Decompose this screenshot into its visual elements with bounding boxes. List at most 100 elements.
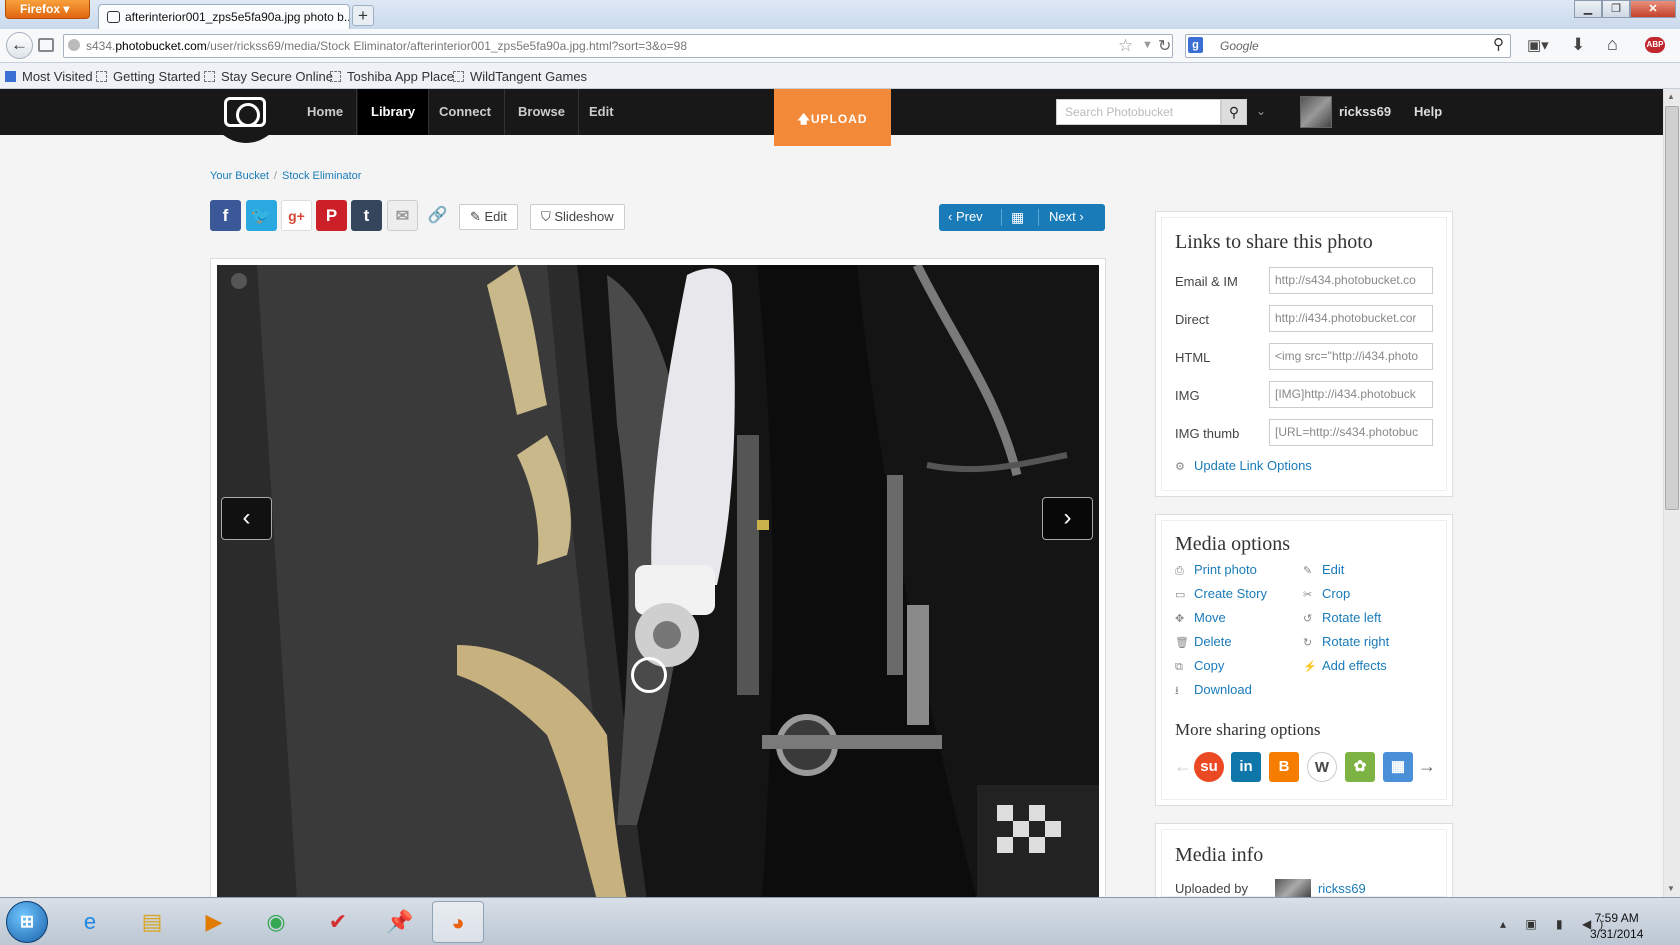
option-label: Crop: [1322, 586, 1351, 601]
linkedin-icon[interactable]: in: [1231, 752, 1261, 782]
next-button[interactable]: Next ›: [1049, 204, 1084, 230]
username-link[interactable]: rickss69: [1339, 104, 1391, 119]
avatar[interactable]: [1300, 96, 1332, 128]
create-story-link[interactable]: ▭ Create Story: [1175, 586, 1267, 601]
googleplus-share-icon[interactable]: g+: [281, 200, 312, 231]
img-thumb-link-field[interactable]: [URL=http://s434.photobuc: [1269, 419, 1433, 446]
reload-icon[interactable]: ↻: [1158, 36, 1171, 56]
download-icon[interactable]: ⬇: [1571, 35, 1585, 55]
new-tab-button[interactable]: +: [352, 5, 374, 26]
sharing-next-arrow-icon[interactable]: →: [1418, 756, 1436, 777]
facebook-share-icon[interactable]: f: [210, 200, 241, 231]
slideshow-icon: ⛉: [541, 209, 555, 224]
wordpress-icon[interactable]: W: [1307, 752, 1337, 782]
copy-link[interactable]: ⧉ Copy: [1175, 658, 1224, 674]
scroll-up-icon[interactable]: ▲: [1667, 92, 1675, 101]
twitter-share-icon[interactable]: 🐦: [246, 200, 277, 231]
photo-prev-arrow[interactable]: ‹: [221, 497, 272, 540]
home-icon[interactable]: ⌂: [1607, 34, 1618, 55]
blogger-icon[interactable]: B: [1269, 752, 1299, 782]
html-link-field[interactable]: <img src="http://i434.photo: [1269, 343, 1433, 370]
breadcrumb-your-bucket[interactable]: Your Bucket: [210, 170, 269, 182]
pencil-icon: ✎: [1303, 565, 1313, 577]
myspace-icon[interactable]: ✿: [1345, 752, 1375, 782]
rotate-right-link[interactable]: ↻ Rotate right: [1303, 634, 1389, 649]
prev-button[interactable]: ‹ Prev: [948, 204, 983, 230]
breadcrumb: Your Bucket / Stock Eliminator: [210, 170, 362, 182]
update-link-options[interactable]: ⚙ Update Link Options: [1175, 458, 1312, 473]
windows-start-icon[interactable]: ⊞: [6, 901, 48, 943]
adblock-icon[interactable]: ABP: [1645, 37, 1665, 53]
edit-link[interactable]: ✎ Edit: [1303, 562, 1344, 577]
scrollbar-thumb[interactable]: [1665, 106, 1679, 510]
site-identity-icon[interactable]: [68, 39, 80, 51]
system-clock[interactable]: 7:59 AM 3/31/2014: [1590, 910, 1643, 942]
pin-app-icon[interactable]: 📌: [374, 901, 426, 943]
slideshow-button[interactable]: ⛉ Slideshow: [530, 204, 625, 230]
maximize-button[interactable]: ❐: [1602, 0, 1630, 18]
bookmark-most-visited[interactable]: Most Visited: [5, 69, 93, 84]
add-effects-link[interactable]: ⚡ Add effects: [1303, 658, 1387, 673]
nav-edit[interactable]: Edit: [576, 89, 627, 135]
bookmark-stay-secure[interactable]: Stay Secure Online: [204, 69, 333, 84]
search-icon[interactable]: ⚲: [1493, 35, 1504, 53]
pinterest-share-icon[interactable]: P: [316, 200, 347, 231]
breadcrumb-album[interactable]: Stock Eliminator: [282, 170, 361, 182]
crop-link[interactable]: ✂ Crop: [1303, 586, 1350, 601]
uploader-avatar[interactable]: [1275, 879, 1311, 897]
site-search-input[interactable]: Search Photobucket: [1056, 99, 1221, 125]
minimize-button[interactable]: ▁: [1574, 0, 1602, 18]
email-im-link-field[interactable]: http://s434.photobucket.co: [1269, 267, 1433, 294]
stumbleupon-icon[interactable]: su: [1194, 752, 1224, 782]
address-bar[interactable]: s434.photobucket.com/user/rickss69/media…: [63, 34, 1173, 58]
firefox-taskbar-icon[interactable]: ◕: [432, 901, 484, 943]
tumblr-share-icon[interactable]: t: [351, 200, 382, 231]
delete-link[interactable]: 🗑 Delete: [1175, 634, 1232, 649]
nav-connect[interactable]: Connect: [426, 89, 505, 135]
nav-browse[interactable]: Browse: [505, 89, 579, 135]
download-link[interactable]: ⭳ Download: [1175, 682, 1252, 701]
google-icon[interactable]: g: [1188, 37, 1203, 53]
upload-button[interactable]: 🡅UPLOAD: [774, 89, 891, 146]
search-icon[interactable]: ⚲: [1221, 99, 1247, 125]
sharing-prev-arrow-icon[interactable]: ←: [1174, 756, 1192, 777]
livejournal-icon[interactable]: ▦: [1383, 752, 1413, 782]
todo-app-icon[interactable]: ✔: [312, 901, 364, 943]
firefox-menu-button[interactable]: Firefox ▾: [5, 0, 90, 19]
nav-home[interactable]: Home: [294, 89, 358, 135]
edit-button[interactable]: ✎ Edit: [459, 204, 518, 230]
dropdown-arrow-icon[interactable]: ▼: [1142, 39, 1153, 51]
file-explorer-icon[interactable]: ▤: [126, 901, 178, 943]
bookmarks-menu-icon[interactable]: ▣▾: [1527, 36, 1549, 54]
clock-time: 7:59 AM: [1594, 911, 1639, 925]
media-player-icon[interactable]: ▶: [188, 901, 240, 943]
bookmark-toshiba[interactable]: Toshiba App Place: [330, 69, 454, 84]
divider: [1001, 209, 1002, 226]
photo-next-arrow[interactable]: ›: [1042, 497, 1093, 540]
browser-tab-active[interactable]: afterinterior001_zps5e5fa90a.jpg photo b…: [98, 4, 350, 30]
crop-icon: ✂: [1303, 589, 1313, 601]
scroll-down-icon[interactable]: ▼: [1667, 884, 1675, 893]
grid-icon[interactable]: ▦: [1011, 204, 1024, 230]
nav-library[interactable]: Library: [358, 89, 430, 135]
bookmark-star-icon[interactable]: ☆: [1118, 36, 1133, 56]
bookmark-wildtangent[interactable]: WildTangent Games: [453, 69, 587, 84]
bookmark-getting-started[interactable]: Getting Started: [96, 69, 200, 84]
direct-link-field[interactable]: http://i434.photobucket.cor: [1269, 305, 1433, 332]
email-share-icon[interactable]: ✉: [387, 200, 418, 231]
print-photo-link[interactable]: ⎙ Print photo: [1175, 562, 1257, 578]
help-link[interactable]: Help: [1414, 104, 1442, 119]
chrome-icon[interactable]: ◉: [250, 901, 302, 943]
chevron-down-icon[interactable]: ⌄: [1256, 104, 1266, 118]
img-link-field[interactable]: [IMG]http://i434.photobuck: [1269, 381, 1433, 408]
uploader-link[interactable]: rickss69: [1318, 881, 1366, 896]
rotate-left-link[interactable]: ↺ Rotate left: [1303, 610, 1381, 625]
main-photo[interactable]: [217, 265, 1099, 900]
move-link[interactable]: ✥ Move: [1175, 610, 1226, 625]
back-button[interactable]: ←: [6, 32, 33, 59]
browser-search-input[interactable]: Google: [1185, 34, 1511, 58]
close-window-button[interactable]: ✕: [1630, 0, 1676, 18]
next-label: Next: [1049, 209, 1076, 224]
internet-explorer-icon[interactable]: e: [64, 901, 116, 943]
link-icon[interactable]: 🔗: [422, 200, 453, 231]
